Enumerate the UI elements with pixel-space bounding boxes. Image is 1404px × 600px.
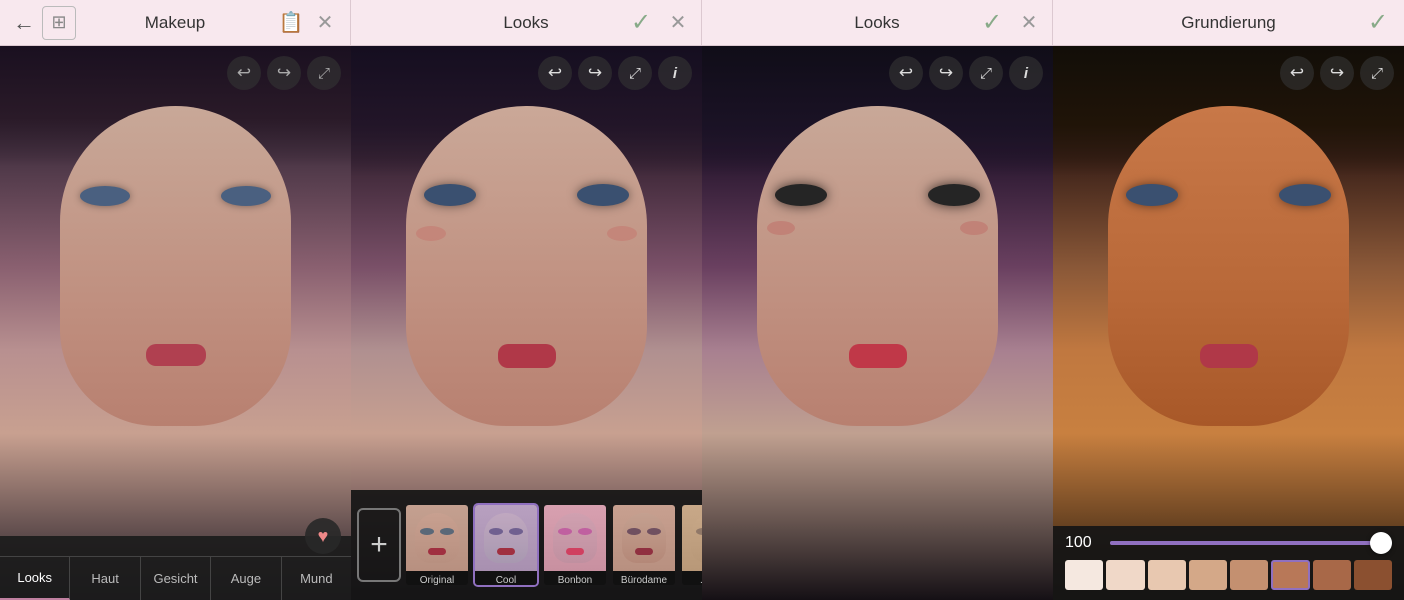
tab-gesicht[interactable]: Gesicht <box>141 557 211 600</box>
grid-icon-button[interactable]: ⊞ <box>42 6 76 40</box>
opacity-slider-row: 100 <box>1065 534 1392 552</box>
panel1-overlay-icons: ↩ ↪ ⤢ <box>227 56 341 90</box>
undo-icon: ↩ <box>237 63 251 83</box>
close-icon: ✕ <box>317 10 334 35</box>
check-icon: ✓ <box>1368 8 1388 37</box>
grid-icon: ⊞ <box>51 12 66 33</box>
crop-button-p2[interactable]: ⤢ <box>618 56 652 90</box>
check-icon: ✓ <box>631 8 651 37</box>
close-icon: ✕ <box>670 10 687 35</box>
check-icon: ✓ <box>982 8 1002 37</box>
redo-disabled-button[interactable]: ↪ <box>267 56 301 90</box>
opacity-slider[interactable] <box>1110 541 1392 545</box>
crop-icon: ⤢ <box>318 65 330 82</box>
swatch-4[interactable] <box>1230 560 1268 590</box>
panel-looks2-header: Looks ✓ ✕ <box>702 0 1053 45</box>
panel-makeup-content: ↩ ↪ ⤢ ♥ Looks Haut <box>0 46 351 600</box>
tab-haut[interactable]: Haut <box>70 557 140 600</box>
undo-button-p3[interactable]: ↩ <box>889 56 923 90</box>
redo-button-p4[interactable]: ↪ <box>1320 56 1354 90</box>
redo-icon: ↪ <box>277 63 291 83</box>
swatch-5[interactable] <box>1271 560 1309 590</box>
look-thumb-cool[interactable]: Cool <box>473 503 539 587</box>
redo-button-p2[interactable]: ↪ <box>578 56 612 90</box>
favorites-button[interactable]: ♥ <box>305 518 341 554</box>
close-makeup-button[interactable]: ✕ <box>308 6 342 40</box>
info-button-p2[interactable]: i <box>658 56 692 90</box>
tab-mund[interactable]: Mund <box>282 557 351 600</box>
panel4-overlay-icons: ↩ ↪ ⤢ <box>1280 56 1394 90</box>
panel-makeup-header: ← ⊞ Makeup 📋 ✕ <box>0 0 351 45</box>
undo-button-p4[interactable]: ↩ <box>1280 56 1314 90</box>
panel-grundierung-header: Grundierung ✓ <box>1053 0 1404 45</box>
doc-icon-button[interactable]: 📋 <box>274 6 308 40</box>
check-grundierung-button[interactable]: ✓ <box>1360 5 1396 41</box>
swatch-2[interactable] <box>1148 560 1186 590</box>
check-looks2-button[interactable]: ✓ <box>974 5 1010 41</box>
looks-thumbnails: + Original <box>351 490 702 600</box>
slider-value: 100 <box>1065 534 1100 552</box>
doc-icon: 📋 <box>279 10 304 35</box>
panel-looks1-title: Looks <box>503 13 548 32</box>
close-looks1-button[interactable]: ✕ <box>661 6 695 40</box>
panel-grundierung-title: Grundierung <box>1181 13 1276 32</box>
panel-looks1-content: ↩ ↪ ⤢ i + Origina <box>351 46 702 600</box>
category-tabs: Looks Haut Gesicht Auge Mund <box>0 556 351 600</box>
crop-button-p3[interactable]: ⤢ <box>969 56 1003 90</box>
close-looks2-button[interactable]: ✕ <box>1012 6 1046 40</box>
panel-makeup-title: Makeup <box>145 13 205 32</box>
color-swatches <box>1065 560 1392 590</box>
swatch-6[interactable] <box>1313 560 1351 590</box>
swatch-0[interactable] <box>1065 560 1103 590</box>
undo-disabled-button[interactable]: ↩ <box>227 56 261 90</box>
tab-looks[interactable]: Looks <box>0 557 70 600</box>
panel3-overlay-icons: ↩ ↪ ⤢ i <box>889 56 1043 90</box>
close-icon: ✕ <box>1021 10 1038 35</box>
swatch-1[interactable] <box>1106 560 1144 590</box>
redo-button-p3[interactable]: ↪ <box>929 56 963 90</box>
tab-auge[interactable]: Auge <box>211 557 281 600</box>
panel-looks1-header: Looks ✓ ✕ <box>351 0 702 45</box>
swatch-3[interactable] <box>1189 560 1227 590</box>
look-thumb-isch[interactable]: ...isch <box>680 503 702 587</box>
panel1-bottom-toolbar: ♥ Looks Haut Gesicht Auge Mund <box>0 536 351 600</box>
check-looks1-button[interactable]: ✓ <box>623 5 659 41</box>
crop-button-p4[interactable]: ⤢ <box>1360 56 1394 90</box>
foundation-controls: 100 <box>1053 526 1404 600</box>
look-thumb-bonbon[interactable]: Bonbon <box>542 503 608 587</box>
look-thumb-original[interactable]: Original <box>404 503 470 587</box>
panel-looks2-content: ↩ ↪ ⤢ i <box>702 46 1053 600</box>
back-button[interactable]: ← <box>6 5 42 41</box>
undo-button-p2[interactable]: ↩ <box>538 56 572 90</box>
add-look-button[interactable]: + <box>357 508 401 582</box>
panel-grundierung-content: ↩ ↪ ⤢ 100 <box>1053 46 1404 600</box>
panel2-overlay-icons: ↩ ↪ ⤢ i <box>538 56 692 90</box>
panel-looks2-title: Looks <box>854 13 899 32</box>
look-thumb-burodame[interactable]: Bürodame <box>611 503 677 587</box>
heart-icon: ♥ <box>318 526 329 547</box>
crop-button[interactable]: ⤢ <box>307 56 341 90</box>
info-button-p3[interactable]: i <box>1009 56 1043 90</box>
swatch-7[interactable] <box>1354 560 1392 590</box>
